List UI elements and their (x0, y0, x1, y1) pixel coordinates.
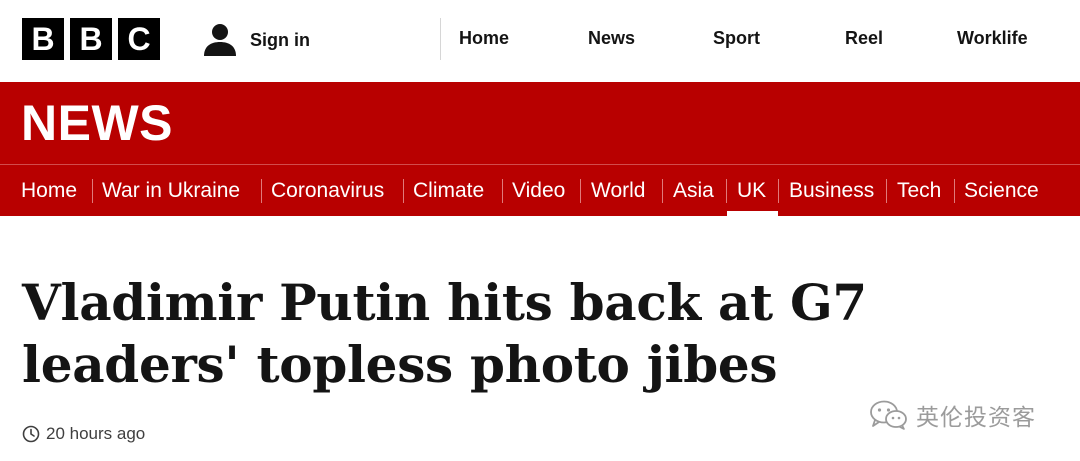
headline-line-1: Vladimir Putin hits back at G7 (22, 273, 867, 332)
logo-letter-b1: B (22, 18, 64, 60)
topnav-home[interactable]: Home (459, 28, 509, 49)
section-separator (954, 179, 955, 203)
section-navigation: Home War in Ukraine Coronavirus Climate … (0, 165, 1080, 216)
section-separator (261, 179, 262, 203)
section-separator (502, 179, 503, 203)
section-separator (662, 179, 663, 203)
topnav-news[interactable]: News (588, 28, 635, 49)
news-section-title[interactable]: NEWS (21, 98, 173, 148)
section-item-tech[interactable]: Tech (897, 179, 941, 202)
logo-letter-c: C (118, 18, 160, 60)
top-bar: B B C Sign in Home News Sport Reel Workl… (0, 0, 1080, 80)
bbc-logo[interactable]: B B C (22, 18, 160, 60)
section-item-home[interactable]: Home (21, 179, 77, 202)
timestamp-text: 20 hours ago (46, 424, 146, 443)
sign-in-label: Sign in (250, 29, 310, 50)
section-item-coronavirus[interactable]: Coronavirus (271, 179, 384, 202)
news-banner: NEWS (0, 82, 1080, 164)
topnav-reel[interactable]: Reel (845, 28, 883, 49)
headline-line-2: leaders' topless photo jibes (22, 335, 778, 394)
watermark-text: 英伦投资客 (916, 405, 1036, 431)
section-separator (403, 179, 404, 203)
article-headline: Vladimir Putin hits back at G7 leaders' … (22, 272, 1022, 396)
section-separator (726, 179, 727, 203)
section-item-war-in-ukraine[interactable]: War in Ukraine (102, 179, 240, 202)
section-separator (92, 179, 93, 203)
section-item-business[interactable]: Business (789, 179, 874, 202)
watermark: 英伦投资客 (868, 398, 1036, 432)
top-navigation: Home News Sport Reel Worklife (441, 0, 1080, 80)
section-separator (778, 179, 779, 203)
section-item-science[interactable]: Science (964, 179, 1039, 202)
section-item-video[interactable]: Video (512, 179, 565, 202)
section-item-uk[interactable]: UK (737, 179, 766, 202)
wechat-icon (870, 400, 907, 430)
section-separator (580, 179, 581, 203)
article-timestamp: 20 hours ago (22, 424, 145, 444)
user-icon (204, 24, 236, 56)
topnav-sport[interactable]: Sport (713, 28, 760, 49)
clock-icon (22, 425, 40, 443)
active-section-indicator (727, 211, 778, 216)
sign-in-link[interactable]: Sign in (202, 22, 310, 58)
logo-letter-b2: B (70, 18, 112, 60)
section-item-asia[interactable]: Asia (673, 179, 714, 202)
section-separator (886, 179, 887, 203)
topnav-worklife[interactable]: Worklife (957, 28, 1028, 49)
section-item-climate[interactable]: Climate (413, 179, 484, 202)
section-item-world[interactable]: World (591, 179, 645, 202)
